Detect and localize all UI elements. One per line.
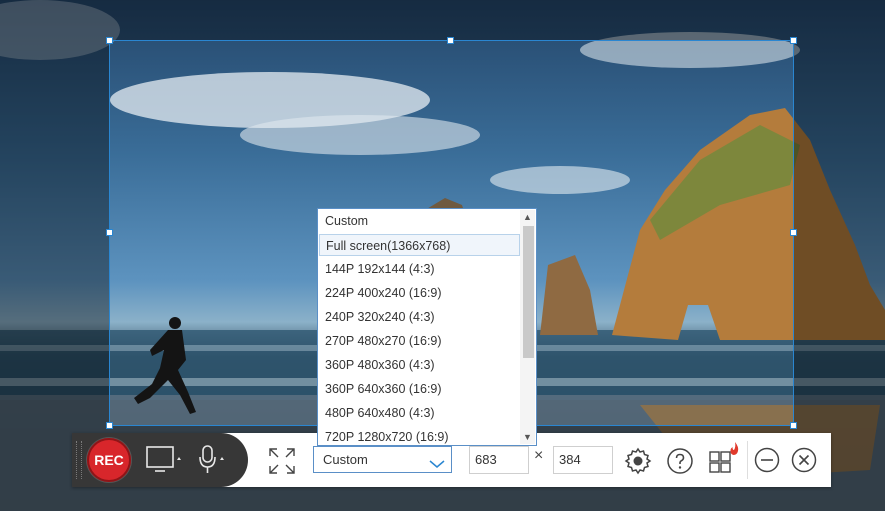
resolution-select-value: Custom [323, 452, 368, 467]
resolution-select[interactable]: Custom [313, 446, 452, 473]
scroll-down-arrow-icon[interactable]: ▼ [520, 430, 535, 444]
dropdown-option-270p[interactable]: 270P 480x270 (16:9) [319, 330, 520, 352]
microphone-icon[interactable] [197, 445, 231, 480]
dropdown-option-360p-16-9[interactable]: 360P 640x360 (16:9) [319, 378, 520, 400]
scrollbar-thumb[interactable] [523, 226, 534, 358]
dropdown-option-144p[interactable]: 144P 192x144 (4:3) [319, 258, 520, 280]
dropdown-option-240p[interactable]: 240P 320x240 (4:3) [319, 306, 520, 328]
resize-handle-top[interactable] [447, 37, 454, 44]
dropdown-scrollbar[interactable]: ▲ ▼ [520, 210, 535, 444]
width-input[interactable]: 683 [469, 446, 529, 474]
chevron-down-icon [429, 453, 445, 478]
dropdown-option-480p[interactable]: 480P 640x480 (4:3) [319, 402, 520, 424]
times-symbol: × [534, 447, 544, 464]
resize-handle-left[interactable] [106, 229, 113, 236]
resize-handle-top-left[interactable] [106, 37, 113, 44]
resolution-dropdown-list: Custom Full screen(1366x768) 144P 192x14… [317, 208, 537, 446]
scroll-up-arrow-icon[interactable]: ▲ [520, 210, 535, 224]
display-icon[interactable] [146, 446, 186, 481]
recording-controls-panel: REC [72, 433, 248, 487]
rec-button[interactable]: REC [87, 438, 131, 482]
dropdown-option-custom[interactable]: Custom [319, 210, 520, 232]
dropdown-option-full-screen[interactable]: Full screen(1366x768) [319, 234, 520, 256]
fullscreen-icon[interactable] [268, 447, 296, 480]
settings-gear-icon[interactable] [624, 447, 652, 480]
height-input[interactable]: 384 [553, 446, 613, 474]
dropdown-option-720p[interactable]: 720P 1280x720 (16:9) [319, 426, 520, 448]
resize-handle-right[interactable] [790, 229, 797, 236]
resize-handle-top-right[interactable] [790, 37, 797, 44]
minimize-icon[interactable] [754, 447, 780, 478]
help-icon[interactable] [666, 447, 694, 480]
resize-handle-bottom-right[interactable] [790, 422, 797, 429]
dropdown-option-224p[interactable]: 224P 400x240 (16:9) [319, 282, 520, 304]
close-icon[interactable] [791, 447, 817, 478]
drag-grip[interactable] [76, 441, 82, 479]
toolbar-divider [747, 441, 748, 479]
tools-grid-icon[interactable] [708, 441, 742, 480]
resize-handle-bottom-left[interactable] [106, 422, 113, 429]
dropdown-option-360p-4-3[interactable]: 360P 480x360 (4:3) [319, 354, 520, 376]
